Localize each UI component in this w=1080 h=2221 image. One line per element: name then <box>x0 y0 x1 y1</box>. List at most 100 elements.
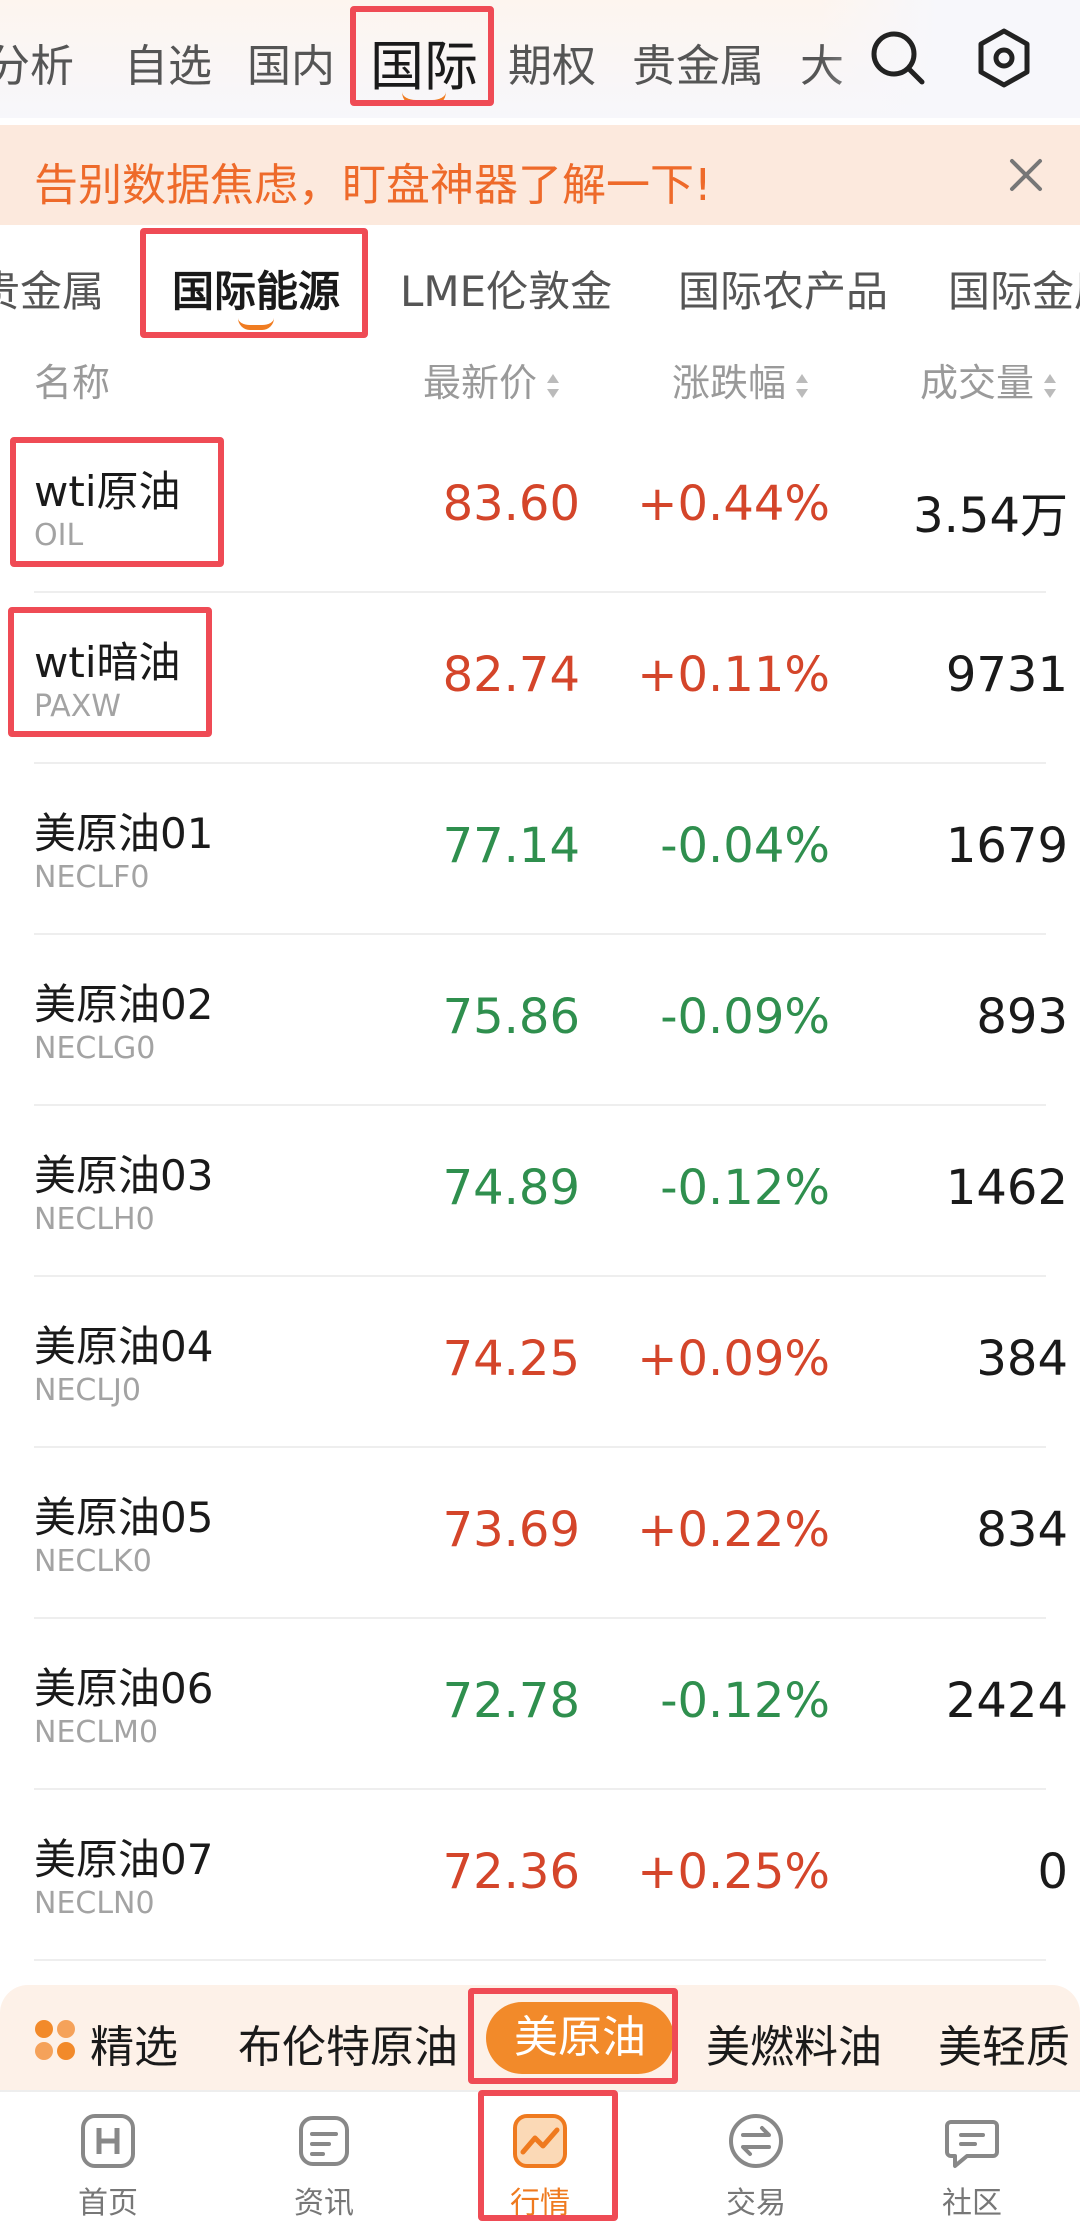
row-price: 73.69 <box>442 1502 580 1558</box>
row-price: 77.14 <box>442 818 580 874</box>
row-volume: 9731 <box>945 647 1068 703</box>
close-icon[interactable] <box>1000 149 1052 201</box>
row-volume: 893 <box>976 989 1068 1045</box>
nav-trade-label: 交易 <box>726 2186 786 2221</box>
top-tab-bar: 分析 自选 国内 国际 期权 贵金属 大 <box>0 0 1080 118</box>
row-price: 72.36 <box>442 1844 580 1900</box>
column-change-label: 涨跌幅 <box>672 361 787 405</box>
tab-analysis[interactable]: 分析 <box>0 30 74 94</box>
table-row[interactable]: 美原油07 NECLN0 72.36 +0.25% 0 <box>34 1790 1068 1961</box>
row-code: NECLH0 <box>34 1202 155 1237</box>
category-us-fuel-oil[interactable]: 美燃料油 <box>706 2011 882 2075</box>
subtab-intl-metals[interactable]: 国际金属 <box>948 258 1080 319</box>
nav-news-label: 资讯 <box>294 2186 354 2221</box>
table-row[interactable]: 美原油05 NECLK0 73.69 +0.22% 834 <box>34 1448 1068 1619</box>
row-price: 72.78 <box>442 1673 580 1729</box>
table-row[interactable]: 美原油06 NECLM0 72.78 -0.12% 2424 <box>34 1619 1068 1790</box>
row-change: +0.25% <box>637 1844 830 1900</box>
column-price-label: 最新价 <box>423 361 538 405</box>
row-change: +0.11% <box>637 647 830 703</box>
row-name: 美原油07 <box>34 1835 214 1884</box>
table-row[interactable]: 美原油04 NECLJ0 74.25 +0.09% 384 <box>34 1277 1068 1448</box>
subtab-intl-energy[interactable]: 国际能源 <box>172 258 341 330</box>
row-volume: 384 <box>976 1331 1068 1387</box>
table-row[interactable]: wti暗油 PAXW 82.74 +0.11% 9731 <box>34 593 1068 764</box>
category-us-light[interactable]: 美轻质 <box>938 2011 1070 2075</box>
category-brent[interactable]: 布伦特原油 <box>238 2011 458 2075</box>
column-price[interactable]: 最新价 <box>423 352 561 407</box>
column-volume[interactable]: 成交量 <box>920 352 1058 407</box>
home-icon <box>81 2114 135 2168</box>
tab-international-label: 国际 <box>370 35 478 98</box>
nav-news[interactable]: 资讯 <box>216 2092 432 2221</box>
row-price: 74.25 <box>442 1331 580 1387</box>
row-code: NECLJ0 <box>34 1373 141 1408</box>
row-price: 75.86 <box>442 989 580 1045</box>
category-featured[interactable]: 精选 <box>90 2011 178 2075</box>
sub-tab-bar: 贵金属 国际能源 LME伦敦金 国际农产品 国际金属 <box>0 232 1080 332</box>
row-price: 82.74 <box>442 647 580 703</box>
nav-community-label: 社区 <box>942 2186 1002 2221</box>
nav-community[interactable]: 社区 <box>864 2092 1080 2221</box>
row-name: wti原油 <box>34 467 181 516</box>
row-change: -0.12% <box>660 1160 830 1216</box>
market-chart-icon <box>513 2114 567 2168</box>
row-name: 美原油01 <box>34 809 214 858</box>
tab-domestic[interactable]: 国内 <box>247 30 335 94</box>
sort-icon <box>796 373 809 398</box>
quote-list: wti原油 OIL 83.60 +0.44% 3.54万 wti暗油 PAXW 82.74 +… <box>0 422 1080 1961</box>
row-name: 美原油03 <box>34 1151 214 1200</box>
nav-trade[interactable]: 交易 <box>648 2092 864 2221</box>
tab-options[interactable]: 期权 <box>508 30 596 94</box>
row-code: NECLF0 <box>34 860 150 895</box>
tab-watchlist[interactable]: 自选 <box>124 30 212 94</box>
table-row[interactable]: 美原油03 NECLH0 74.89 -0.12% 1462 <box>34 1106 1068 1277</box>
nav-market[interactable]: 行情 <box>432 2092 648 2221</box>
row-code: PAXW <box>34 689 121 724</box>
subtab-intl-agri[interactable]: 国际农产品 <box>678 258 888 319</box>
category-us-crude[interactable]: 美原油 <box>486 2002 674 2074</box>
row-price: 74.89 <box>442 1160 580 1216</box>
bottom-nav: 首页 资讯 行情 交易 社区 <box>0 2090 1080 2221</box>
table-row[interactable]: wti原油 OIL 83.60 +0.44% 3.54万 <box>34 422 1068 593</box>
row-code: OIL <box>34 518 84 553</box>
row-change: -0.04% <box>660 818 830 874</box>
table-row[interactable]: 美原油02 NECLG0 75.86 -0.09% 893 <box>34 935 1068 1106</box>
row-change: +0.22% <box>637 1502 830 1558</box>
tab-precious-metals[interactable]: 贵金属 <box>632 30 764 94</box>
row-name: wti暗油 <box>34 638 181 687</box>
subtab-lme[interactable]: LME伦敦金 <box>400 258 612 319</box>
row-name: 美原油06 <box>34 1664 214 1713</box>
nav-home[interactable]: 首页 <box>0 2092 216 2221</box>
news-icon <box>299 2116 349 2166</box>
column-name: 名称 <box>34 361 111 405</box>
subtab-precious-metals[interactable]: 贵金属 <box>0 258 104 319</box>
active-subtab-indicator <box>238 318 274 330</box>
table-row[interactable]: 美原油01 NECLF0 77.14 -0.04% 1679 <box>34 764 1068 935</box>
row-change: -0.12% <box>660 1673 830 1729</box>
row-code: NECLN0 <box>34 1886 155 1921</box>
row-name: 美原油02 <box>34 980 214 1029</box>
row-volume: 2424 <box>945 1673 1068 1729</box>
tab-fade <box>820 0 1080 118</box>
sort-icon <box>547 373 560 398</box>
row-code: NECLG0 <box>34 1031 156 1066</box>
banner-text: 告别数据焦虑，盯盘神器了解一下! <box>34 160 712 211</box>
row-change: -0.09% <box>660 989 830 1045</box>
category-strip: 精选 布伦特原油 美原油 美燃料油 美轻质 <box>0 1985 1080 2090</box>
column-change[interactable]: 涨跌幅 <box>672 352 810 407</box>
subtab-intl-energy-label: 国际能源 <box>172 267 341 316</box>
tab-international[interactable]: 国际 <box>370 22 478 106</box>
row-price: 83.60 <box>442 476 580 532</box>
nav-market-label: 行情 <box>510 2186 570 2221</box>
nav-home-label: 首页 <box>78 2186 138 2221</box>
sort-icon <box>1044 373 1057 398</box>
featured-grid-icon <box>35 2020 75 2060</box>
search-icon[interactable] <box>866 26 930 90</box>
row-name: 美原油04 <box>34 1322 214 1371</box>
row-volume: 1679 <box>945 818 1068 874</box>
promo-banner[interactable]: 告别数据焦虑，盯盘神器了解一下! <box>0 125 1080 225</box>
table-header: 名称 最新价 涨跌幅 成交量 <box>0 332 1080 422</box>
row-volume: 1462 <box>945 1160 1068 1216</box>
settings-icon[interactable] <box>972 26 1036 90</box>
